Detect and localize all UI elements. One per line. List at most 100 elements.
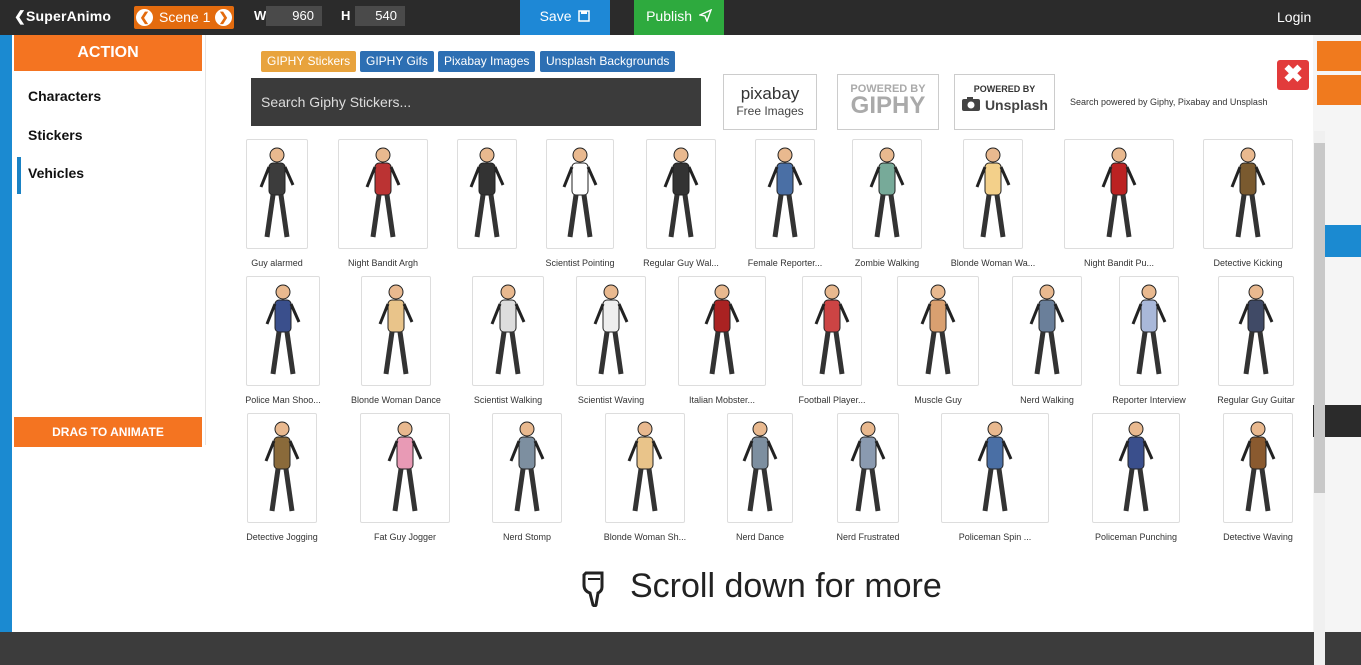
sticker-card[interactable] <box>338 139 428 249</box>
character-thumbnail <box>1131 284 1167 375</box>
sticker-card[interactable] <box>1203 139 1293 249</box>
giphy-logo[interactable]: POWERED BY GIPHY <box>837 74 939 130</box>
character-thumbnail <box>977 421 1013 512</box>
tab-giphy-gifs[interactable]: GIPHY Gifs <box>360 51 434 72</box>
height-label: H <box>341 8 351 23</box>
paper-plane-icon <box>697 8 713 23</box>
character-thumbnail <box>1238 284 1274 375</box>
sticker-card[interactable] <box>576 276 646 386</box>
sticker-card[interactable] <box>802 276 862 386</box>
sticker-label: Night Bandit Argh <box>347 258 419 268</box>
tab-pixabay-images[interactable]: Pixabay Images <box>438 51 536 72</box>
sticker-card[interactable] <box>457 139 517 249</box>
sticker-card[interactable] <box>246 139 308 249</box>
character-thumbnail <box>265 284 301 375</box>
sticker-card[interactable] <box>963 139 1023 249</box>
pixabay-logo[interactable]: pixabay Free Images <box>723 74 817 130</box>
app-logo[interactable]: ❮SuperAnimo <box>14 8 111 25</box>
character-thumbnail <box>814 284 850 375</box>
prev-scene-icon[interactable]: ❮ <box>136 9 153 26</box>
publish-button[interactable]: Publish <box>634 0 724 35</box>
sticker-label: Zombie Walking <box>854 258 920 268</box>
sticker-card[interactable] <box>1218 276 1294 386</box>
sticker-card[interactable] <box>755 139 815 249</box>
sticker-card[interactable] <box>605 413 685 523</box>
sticker-card[interactable] <box>492 413 562 523</box>
width-input[interactable]: 960 <box>266 6 322 26</box>
sticker-card[interactable] <box>646 139 716 249</box>
sticker-label: Blonde Woman Sh... <box>603 532 687 542</box>
sticker-card[interactable] <box>837 413 899 523</box>
next-scene-icon[interactable]: ❯ <box>215 9 232 26</box>
character-thumbnail <box>742 421 778 512</box>
sticker-card[interactable] <box>1064 139 1174 249</box>
tab-unsplash-backgrounds[interactable]: Unsplash Backgrounds <box>540 51 676 72</box>
sticker-label: Reporter Interview <box>1112 395 1186 405</box>
character-thumbnail <box>365 147 401 238</box>
tab-giphy-stickers[interactable]: GIPHY Stickers <box>261 51 357 72</box>
character-thumbnail <box>259 147 295 238</box>
sticker-card[interactable] <box>1092 413 1180 523</box>
unsplash-logo[interactable]: POWERED BY Unsplash <box>954 74 1055 130</box>
asset-browser-panel: ACTION Characters Stickers Vehicles DRAG… <box>12 35 1325 665</box>
category-sidebar: ACTION Characters Stickers Vehicles DRAG… <box>12 35 206 447</box>
character-thumbnail <box>1240 421 1276 512</box>
sticker-card[interactable] <box>247 413 317 523</box>
sticker-card[interactable] <box>852 139 922 249</box>
close-icon: ✖ <box>1282 61 1304 88</box>
sticker-label: Scientist Walking <box>473 395 543 405</box>
sticker-label: Scientist Waving <box>577 395 645 405</box>
sticker-card[interactable] <box>678 276 766 386</box>
sticker-card[interactable] <box>360 413 450 523</box>
search-input[interactable]: Search Giphy Stickers... <box>251 78 701 126</box>
sticker-card[interactable] <box>897 276 979 386</box>
powered-by-text: Search powered by Giphy, Pixabay and Uns… <box>1070 97 1268 107</box>
character-thumbnail <box>1029 284 1065 375</box>
character-thumbnail <box>509 421 545 512</box>
background-left-strip <box>0 35 12 632</box>
character-thumbnail <box>767 147 803 238</box>
category-characters[interactable]: Characters <box>28 88 101 104</box>
sticker-label: Nerd Dance <box>735 532 785 542</box>
sticker-card[interactable] <box>941 413 1049 523</box>
character-thumbnail <box>869 147 905 238</box>
sticker-card[interactable] <box>361 276 431 386</box>
sticker-card[interactable] <box>1223 413 1293 523</box>
character-thumbnail <box>469 147 505 238</box>
sticker-card[interactable] <box>1119 276 1179 386</box>
character-thumbnail <box>1101 147 1137 238</box>
category-vehicles[interactable]: Vehicles <box>17 157 84 194</box>
sticker-label: Police Man Shoo... <box>245 395 321 405</box>
character-thumbnail <box>663 147 699 238</box>
sticker-grid: Guy alarmed Night Bandit Argh Scientist Po… <box>240 139 1300 579</box>
sticker-label: Regular Guy Guitar <box>1217 395 1295 405</box>
sticker-card[interactable] <box>246 276 320 386</box>
sticker-label: Guy alarmed <box>251 258 303 268</box>
sticker-card[interactable] <box>727 413 793 523</box>
character-thumbnail <box>920 284 956 375</box>
close-button[interactable]: ✖ <box>1277 60 1309 90</box>
character-thumbnail <box>850 421 886 512</box>
sticker-card[interactable] <box>1012 276 1082 386</box>
scene-label: Scene 1 <box>159 9 211 25</box>
scrollbar-thumb[interactable] <box>1314 143 1325 493</box>
camera-icon <box>962 97 981 111</box>
sticker-label: Fat Guy Jogger <box>373 532 437 542</box>
sticker-label: Football Player... <box>798 395 866 405</box>
background-orange-tile <box>1317 75 1361 105</box>
width-label: W <box>254 8 267 23</box>
drag-to-animate-button[interactable]: DRAG TO ANIMATE <box>14 417 202 447</box>
height-input[interactable]: 540 <box>355 6 405 26</box>
background-orange-tile <box>1317 41 1361 71</box>
login-link[interactable]: Login <box>1277 9 1311 25</box>
save-button[interactable]: Save <box>520 0 610 35</box>
sticker-label: Policeman Spin ... <box>958 532 1032 542</box>
sticker-card[interactable] <box>546 139 614 249</box>
category-stickers[interactable]: Stickers <box>28 127 82 143</box>
sticker-card[interactable] <box>472 276 544 386</box>
back-chevron-icon: ❮ <box>14 8 26 24</box>
sticker-label: Nerd Walking <box>1020 395 1074 405</box>
sticker-label: Nerd Frustrated <box>836 532 900 542</box>
sticker-label: Night Bandit Pu... <box>1083 258 1155 268</box>
sticker-label: Scientist Pointing <box>545 258 615 268</box>
